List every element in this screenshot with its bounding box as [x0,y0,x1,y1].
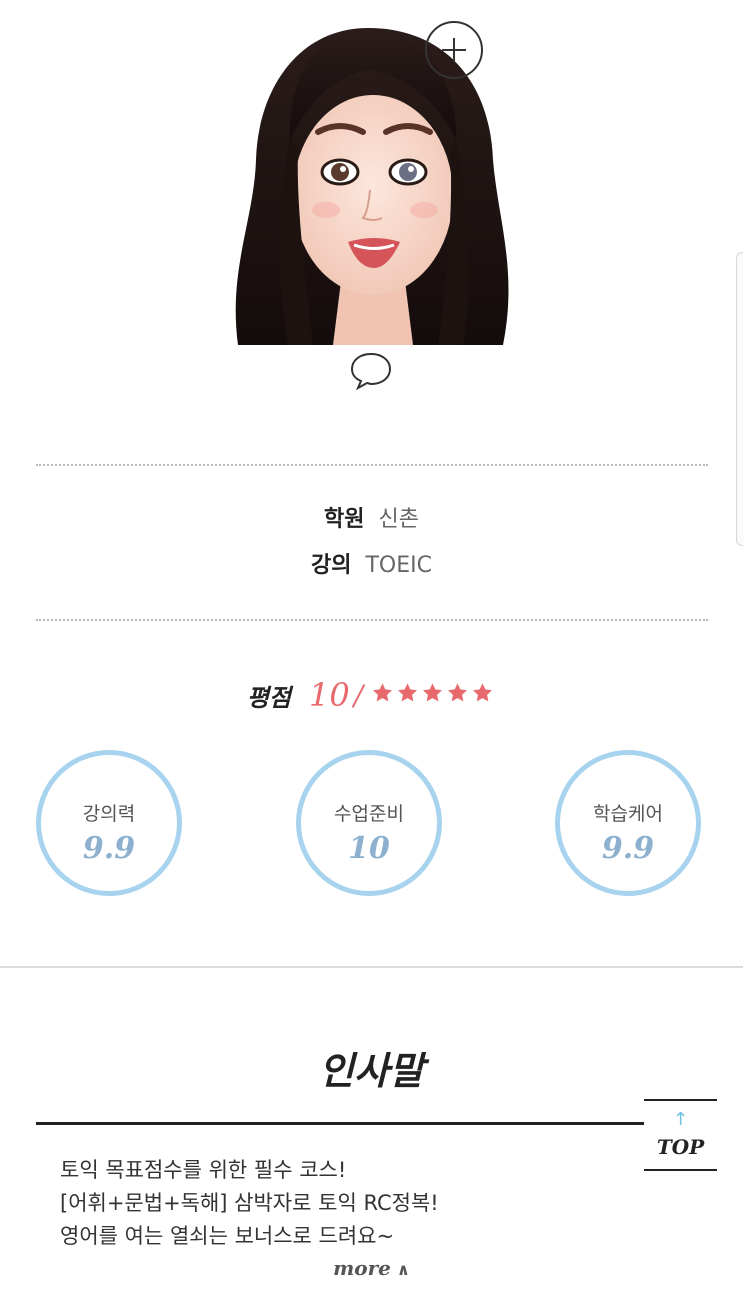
add-button[interactable] [424,20,484,80]
rating-stars [371,682,496,708]
rating-separator: / [353,678,364,712]
rating-score: 10 [309,676,350,714]
section-divider [0,966,743,968]
metric-label: 수업준비 [334,803,404,825]
academy-row: 학원 신촌 [0,505,743,535]
greeting-line: 영어를 여는 열쇠는 보너스로 드려요~ [60,1224,395,1248]
greeting-title: 인사말 [319,1048,424,1093]
metric-lecture-skill: 강의력 9.9 [36,750,182,896]
more-button[interactable]: more ∧ [0,1256,743,1280]
title-underline [36,1122,644,1125]
course-value: TOEIC [365,553,432,578]
greeting-line: 토익 목표점수를 위한 필수 코스! [60,1158,347,1182]
metric-value: 9.9 [601,831,655,866]
divider-dotted [36,619,708,621]
metric-class-prep: 수업준비 10 [296,750,442,896]
star-icon [371,682,394,704]
metric-label: 학습케어 [593,803,663,825]
comment-button[interactable] [348,350,394,391]
chevron-up-icon: ∧ [396,1260,410,1279]
metric-value: 9.9 [82,831,136,866]
scrollbar[interactable] [736,252,743,546]
metric-study-care: 학습케어 9.9 [555,750,701,896]
star-icon [446,682,469,704]
star-icon [421,682,444,704]
speech-bubble-icon [350,352,392,391]
academy-value: 신촌 [378,507,419,532]
rating-label: 평점 [246,682,291,712]
metric-label: 강의력 [82,803,136,825]
star-icon [396,682,419,704]
arrow-up-icon: ↑ [672,1109,689,1130]
more-label: more [333,1256,391,1280]
greeting-line: [어휘+문법+독해] 삼박자로 토익 RC정복! [60,1191,439,1215]
top-button-rule [644,1099,717,1101]
course-row: 강의 TOEIC [0,551,743,581]
academy-label: 학원 [324,507,365,532]
plus-circle-icon [425,21,483,79]
metric-value: 10 [348,831,390,866]
divider-dotted [36,464,708,466]
star-icon [471,682,494,704]
course-label: 강의 [311,553,352,578]
rating-row: 평점 10/ [0,676,743,714]
greeting-text: 토익 목표점수를 위한 필수 코스! [어휘+문법+독해] 삼박자로 토익 RC… [60,1154,660,1253]
